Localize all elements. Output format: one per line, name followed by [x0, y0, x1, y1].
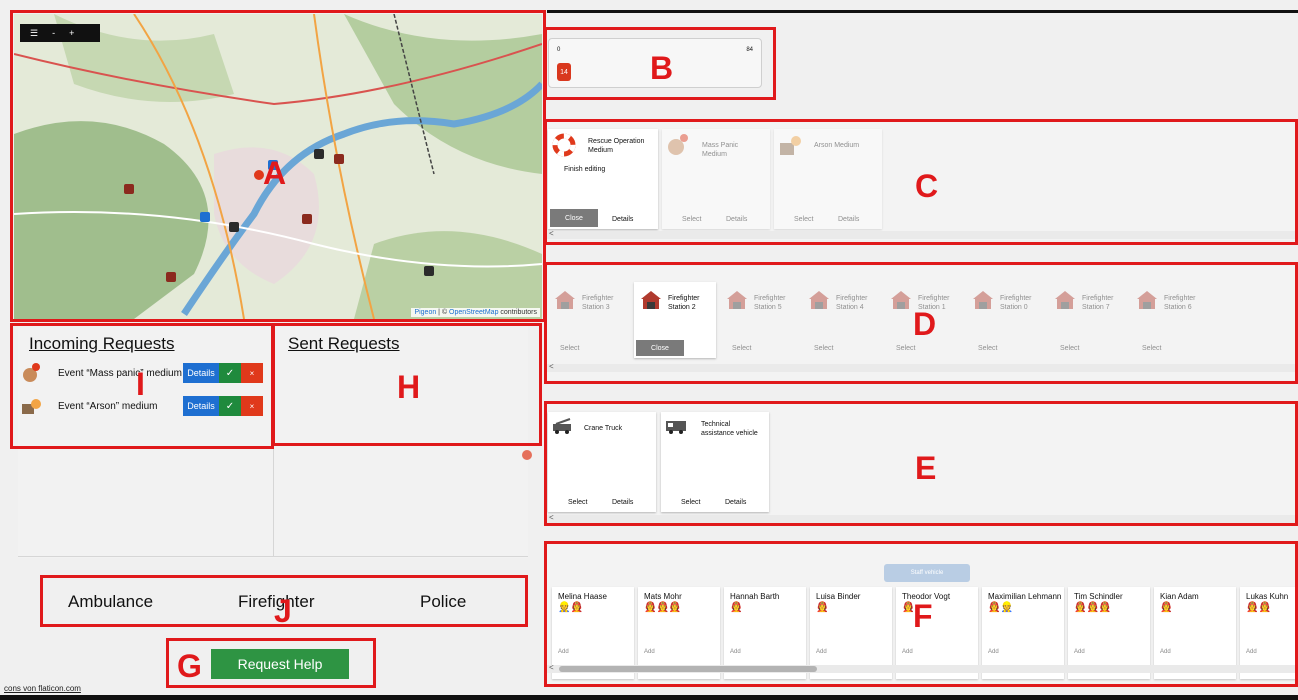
annotation-label-f: F [913, 598, 933, 634]
icon-credit-link[interactable]: cons von flaticon.com [4, 684, 81, 693]
annotation-label-d: D [913, 306, 937, 342]
annotation-label-h: H [397, 369, 421, 405]
annotation-label-b: B [650, 50, 674, 86]
top-divider [547, 10, 1298, 13]
requests-bottom-divider [18, 556, 528, 557]
annotation-label-j: J [274, 593, 292, 629]
bottom-bar [0, 695, 1298, 700]
annotation-label-a: A [263, 155, 287, 191]
cursor-icon [522, 450, 532, 460]
annotation-label-i: I [136, 366, 145, 402]
annotation-label-g: G [177, 648, 202, 684]
annotation-label-e: E [915, 450, 937, 486]
annotation-label-c: C [915, 168, 939, 204]
